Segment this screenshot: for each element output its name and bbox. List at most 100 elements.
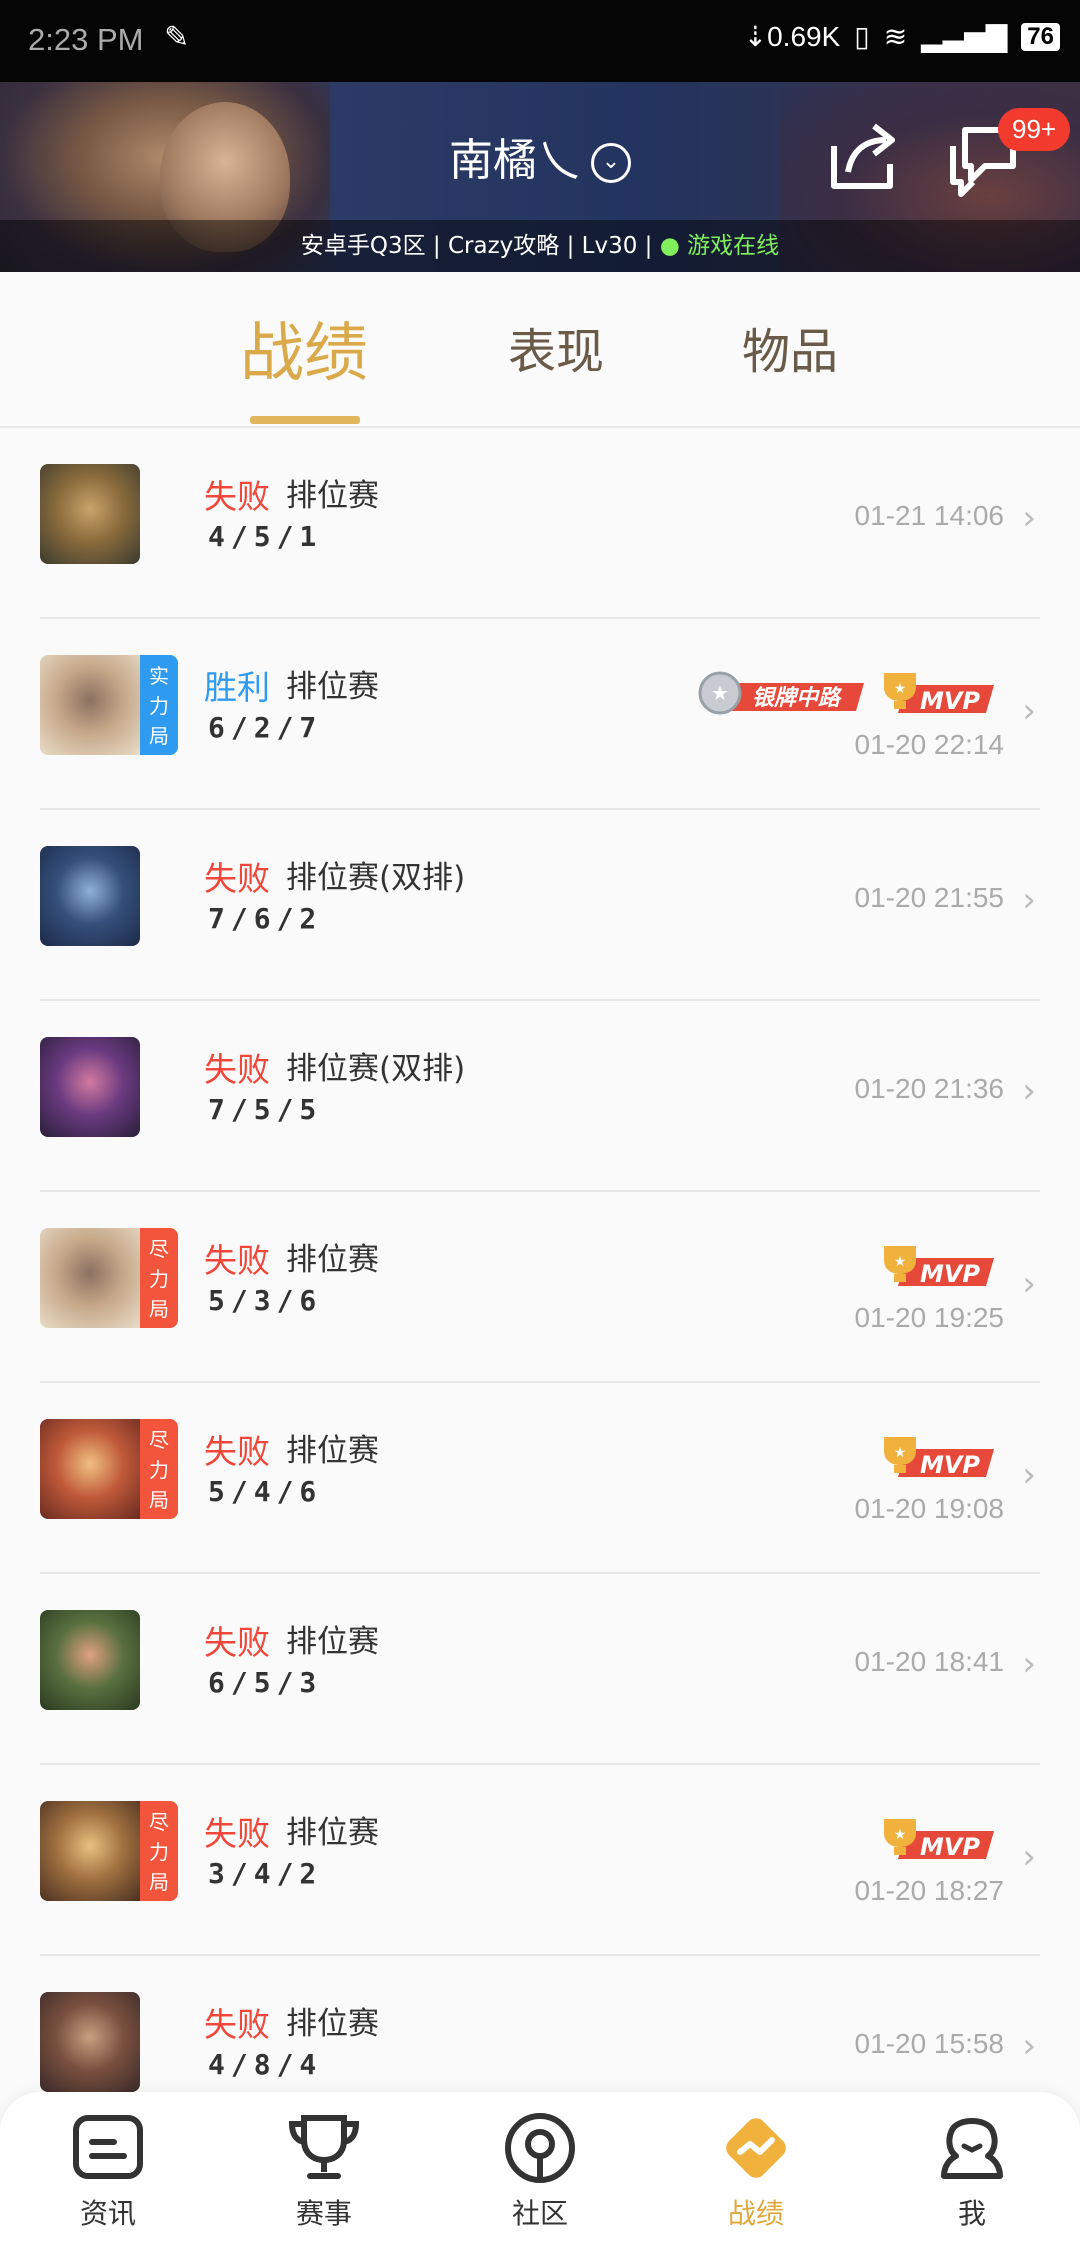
hero-portrait bbox=[40, 1228, 140, 1328]
match-result: 失败 bbox=[204, 859, 270, 898]
tab-performance[interactable]: 表现 bbox=[508, 312, 604, 382]
match-time: 01-20 21:36 bbox=[854, 1073, 1004, 1104]
nav-events-label: 赛事 bbox=[295, 2197, 352, 2230]
profile-icon bbox=[941, 2118, 1003, 2179]
match-mode: 排位赛 bbox=[286, 1624, 379, 1660]
tab-records[interactable]: 战绩 bbox=[240, 302, 368, 394]
hero-portrait bbox=[40, 846, 140, 946]
kda: 6/5/3 bbox=[208, 1666, 323, 1699]
hero-portrait bbox=[40, 1419, 140, 1519]
network-speed: ⇣0.69K bbox=[743, 21, 841, 52]
match-time: 01-20 19:25 bbox=[854, 1302, 1004, 1333]
online-status: 游戏在线 bbox=[687, 233, 780, 259]
mvp-badge: ★ MVP bbox=[884, 1819, 994, 1861]
match-record-row[interactable]: 失败 排位赛(双排) 7/6/2 01-20 21:55 › bbox=[0, 810, 1080, 1001]
chevron-down-icon: ⌄ bbox=[591, 143, 631, 183]
kda: 5/4/6 bbox=[208, 1475, 323, 1508]
mvp-label: MVP bbox=[920, 687, 980, 715]
server-name: 安卓手Q3区 bbox=[300, 233, 426, 259]
mvp-badge: ★ MVP bbox=[884, 1246, 994, 1288]
match-result: 失败 bbox=[204, 2005, 270, 2044]
nav-records[interactable]: 战绩 bbox=[686, 2110, 826, 2232]
svg-text:★: ★ bbox=[894, 1254, 907, 1270]
hero-avatar bbox=[40, 846, 140, 946]
match-record-row[interactable]: 尽力局 失败 排位赛 5/4/6 ★ MVP 01-20 19:08 › bbox=[0, 1383, 1080, 1574]
kda: 4/5/1 bbox=[208, 520, 323, 553]
match-result: 失败 bbox=[204, 1623, 270, 1662]
hero-portrait bbox=[40, 1037, 140, 1137]
svg-text:★: ★ bbox=[894, 681, 907, 697]
hero-avatar: 尽力局 bbox=[40, 1801, 178, 1901]
nav-community-label: 社区 bbox=[511, 2197, 568, 2230]
mvp-label: MVP bbox=[920, 1260, 980, 1288]
match-record-row[interactable]: 失败 排位赛(双排) 7/5/5 01-20 21:36 › bbox=[0, 1001, 1080, 1192]
mvp-badge: ★ MVP bbox=[884, 673, 994, 715]
records-icon bbox=[726, 2118, 786, 2178]
notification-icon: ✎ bbox=[164, 20, 190, 55]
match-result: 失败 bbox=[204, 477, 270, 516]
chevron-right-icon: › bbox=[1022, 1264, 1036, 1304]
nav-events[interactable]: 赛事 bbox=[254, 2110, 394, 2232]
account-switcher[interactable]: 南橘乀 ⌄ bbox=[0, 124, 1080, 188]
match-time: 01-20 18:27 bbox=[854, 1875, 1004, 1906]
tab-items[interactable]: 物品 bbox=[742, 312, 838, 382]
match-time: 01-20 15:58 bbox=[854, 2028, 1004, 2059]
mvp-label: MVP bbox=[920, 1833, 980, 1861]
kda: 4/8/4 bbox=[208, 2048, 323, 2081]
hero-avatar: 尽力局 bbox=[40, 1419, 178, 1519]
active-tab-indicator bbox=[250, 416, 360, 424]
share-icon[interactable] bbox=[822, 116, 902, 196]
match-record-list[interactable]: 失败 排位赛 4/5/1 01-21 14:06 › 实力局 胜利 排位赛 6/… bbox=[0, 428, 1080, 2147]
match-record-row[interactable]: 尽力局 失败 排位赛 5/3/6 ★ MVP 01-20 19:25 › bbox=[0, 1192, 1080, 1383]
match-quality-tag: 尽力局 bbox=[140, 1801, 178, 1901]
chevron-right-icon: › bbox=[1022, 1455, 1036, 1495]
hero-portrait bbox=[40, 1992, 140, 2092]
svg-text:★: ★ bbox=[711, 681, 729, 705]
hero-portrait bbox=[40, 464, 140, 564]
mvp-badge: ★ MVP bbox=[884, 1437, 994, 1479]
match-time: 01-20 18:41 bbox=[854, 1646, 1004, 1677]
hero-avatar bbox=[40, 1610, 140, 1710]
nav-me-label: 我 bbox=[957, 2197, 986, 2230]
kda: 3/4/2 bbox=[208, 1857, 323, 1890]
match-mode: 排位赛 bbox=[286, 669, 379, 705]
match-time: 01-20 22:14 bbox=[854, 729, 1004, 760]
nav-records-label: 战绩 bbox=[727, 2197, 784, 2230]
status-bar: 2:23 PM ✎ ⇣0.69K ▯ ≋ ▂▃▅▇ 76 bbox=[0, 0, 1080, 82]
kda: 7/5/5 bbox=[208, 1093, 323, 1126]
match-mode: 排位赛 bbox=[286, 1242, 379, 1278]
chevron-right-icon: › bbox=[1022, 691, 1036, 731]
match-record-row[interactable]: 失败 排位赛 6/5/3 01-20 18:41 › bbox=[0, 1574, 1080, 1765]
mvp-label: MVP bbox=[920, 1451, 980, 1479]
match-record-row[interactable]: 失败 排位赛 4/5/1 01-21 14:06 › bbox=[0, 428, 1080, 619]
match-time: 01-20 21:55 bbox=[854, 882, 1004, 913]
match-mode: 排位赛(双排) bbox=[286, 860, 466, 896]
match-time: 01-21 14:06 bbox=[854, 500, 1004, 531]
vibrate-icon: ▯ bbox=[854, 21, 870, 52]
chevron-right-icon: › bbox=[1022, 1644, 1036, 1684]
nav-news[interactable]: 资讯 bbox=[38, 2110, 178, 2232]
match-quality-tag: 实力局 bbox=[140, 655, 178, 755]
tab-bar: 战绩 表现 物品 bbox=[0, 272, 1080, 428]
match-quality-tag: 尽力局 bbox=[140, 1228, 178, 1328]
hero-portrait bbox=[40, 655, 140, 755]
nav-community[interactable]: 社区 bbox=[470, 2110, 610, 2232]
nav-me[interactable]: 我 bbox=[902, 2110, 1042, 2232]
trophy-icon bbox=[288, 2115, 360, 2179]
bottom-nav: 资讯 赛事 社区 战绩 我 bbox=[0, 2092, 1080, 2242]
hero-portrait bbox=[40, 1610, 140, 1710]
signal-icon: ▂▃▅▇ bbox=[921, 21, 1008, 52]
hero-avatar bbox=[40, 464, 140, 564]
guild-name: Crazy攻略 bbox=[447, 233, 560, 259]
match-record-row[interactable]: 尽力局 失败 排位赛 3/4/2 ★ MVP 01-20 18:27 › bbox=[0, 1765, 1080, 1956]
match-result: 失败 bbox=[204, 1050, 270, 1089]
username: 南橘乀 bbox=[449, 135, 581, 186]
match-mode: 排位赛 bbox=[286, 1433, 379, 1469]
match-record-row[interactable]: 实力局 胜利 排位赛 6/2/7 ★ 银牌中路 ★ MVP 01-20 22:1… bbox=[0, 619, 1080, 810]
match-result: 失败 bbox=[204, 1814, 270, 1853]
unread-badge: 99+ bbox=[998, 108, 1071, 151]
online-dot-icon: ● bbox=[659, 233, 680, 259]
chevron-right-icon: › bbox=[1022, 498, 1036, 538]
kda: 7/6/2 bbox=[208, 902, 323, 935]
hero-avatar: 尽力局 bbox=[40, 1228, 178, 1328]
